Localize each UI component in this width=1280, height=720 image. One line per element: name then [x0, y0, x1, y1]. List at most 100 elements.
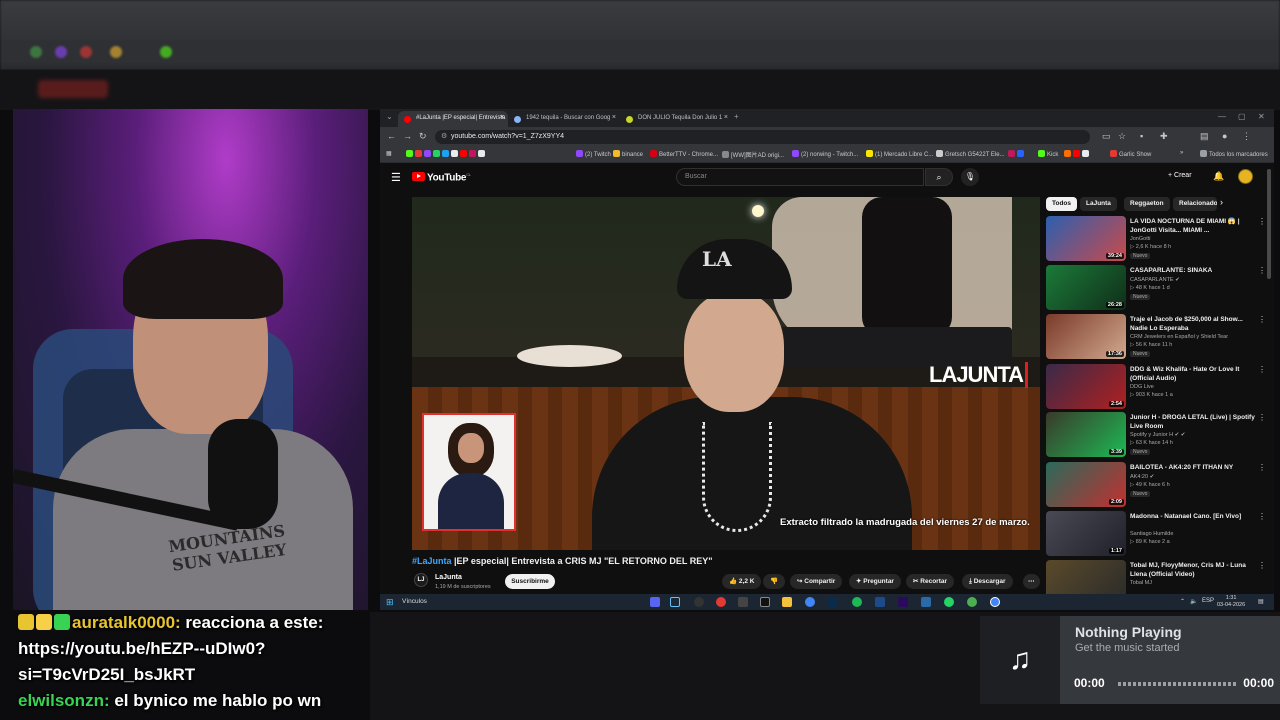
notifications-icon[interactable]: ▤	[1258, 598, 1264, 605]
chip-lajunta[interactable]: LaJunta	[1080, 197, 1117, 211]
spotify-icon[interactable]	[852, 597, 862, 607]
close-icon[interactable]: ×	[612, 114, 616, 121]
video-thumbnail[interactable]: 39:24	[1046, 216, 1126, 261]
app-icon[interactable]	[875, 597, 885, 607]
bookmark-kick[interactable]: Kick	[1038, 150, 1058, 158]
url-field[interactable]: ⚙ youtube.com/watch?v=1_Z7zX9YY4	[435, 130, 1090, 144]
more-vert-icon[interactable]: ⋮	[1258, 217, 1266, 226]
steam-alt-icon[interactable]	[921, 597, 931, 607]
video-player[interactable]: LA LAJUNTA Extracto filtrado la madrugad…	[412, 197, 1040, 550]
dislike-button[interactable]: 👎	[763, 574, 786, 589]
video-thumbnail[interactable]: 1:17	[1046, 511, 1126, 556]
bookmark-betterttv[interactable]: BetterTTV - Chrome...	[650, 150, 718, 158]
tray-arrow-icon[interactable]: ⌃	[1180, 598, 1185, 605]
recommendation-channel[interactable]: AK4:20 ✔	[1130, 474, 1260, 480]
site-info-icon[interactable]: ⚙	[441, 132, 447, 140]
video-hashtag[interactable]: #LaJunta	[412, 556, 452, 566]
back-icon[interactable]: ←	[387, 131, 396, 141]
more-vert-icon[interactable]: ⋮	[1258, 463, 1266, 472]
recommendation-channel[interactable]: DDG Live	[1130, 384, 1260, 390]
extension-icon[interactable]: ▪	[1140, 131, 1143, 141]
new-tab-icon[interactable]: +	[734, 112, 739, 121]
search-icon[interactable]: ⌕	[925, 168, 953, 186]
like-button[interactable]: 👍 2,2 K	[722, 574, 762, 589]
recommendation-item[interactable]: 2:54 DDG & Wiz Khalifa - Hate Or Love It…	[1046, 364, 1268, 410]
bookmark-gretsch[interactable]: Gretsch G5422T Ele...	[936, 150, 1005, 158]
scrollbar-thumb[interactable]	[1267, 169, 1271, 279]
window-close-icon[interactable]: ✕	[1258, 112, 1265, 121]
steam-icon[interactable]	[670, 597, 680, 607]
search-input[interactable]: Buscar	[676, 168, 924, 186]
side-panel-icon[interactable]: ▤	[1200, 131, 1209, 142]
chip-todos[interactable]: Todos	[1046, 197, 1078, 211]
recommendation-item[interactable]: 17:36 Traje el Jacob de $250,000 al Show…	[1046, 314, 1268, 360]
discord-icon[interactable]	[650, 597, 660, 607]
recommendation-channel[interactable]: CRM Jewelers en Español y Shield Tear	[1130, 334, 1260, 340]
video-thumbnail[interactable]: 3:39	[1046, 412, 1126, 457]
recommendation-channel[interactable]: Spotify y Junior H ✔ ✔	[1130, 432, 1260, 438]
capcut-icon[interactable]	[760, 597, 770, 607]
video-thumbnail[interactable]: 2:09	[1046, 462, 1126, 507]
create-button[interactable]: + Crear	[1168, 172, 1192, 179]
bookmark-norwing[interactable]: (2) norwing - Twitch...	[792, 150, 858, 158]
chrome-icon[interactable]	[805, 597, 815, 607]
more-vert-icon[interactable]: ⋮	[1258, 315, 1266, 324]
apps-icon[interactable]: ▦	[386, 150, 392, 157]
channel-name[interactable]: LaJunta	[435, 574, 462, 581]
chips-next-icon[interactable]: ›	[1220, 197, 1223, 207]
page-scrollbar[interactable]	[1266, 169, 1272, 589]
clip-button[interactable]: ✂ Recortar	[906, 574, 954, 589]
recommendation-title[interactable]: BAILOTEA - AK4:20 FT ITHAN NY	[1130, 463, 1258, 472]
taskbar-clock[interactable]: 1:31 03-04-2026	[1217, 595, 1245, 609]
recommendation-title[interactable]: Tobal MJ, FloyyMenor, Cris MJ - Luna Lle…	[1130, 561, 1258, 579]
subscribe-button[interactable]: Suscribirme	[505, 574, 555, 589]
maximize-icon[interactable]: ▢	[1238, 112, 1246, 121]
forward-icon[interactable]: →	[403, 131, 412, 141]
more-vert-icon[interactable]: ⋮	[1258, 266, 1266, 275]
recommendation-title[interactable]: LA VIDA NOCTURNA DE MIAMI 😱 | JonGotti V…	[1130, 217, 1258, 235]
tab-donjulio[interactable]: DON JULIO Tequila Don Julio 1 ×	[620, 111, 732, 127]
bookmark-mercadolibre[interactable]: (1) Mercado Libre C...	[866, 150, 933, 158]
recommendation-channel[interactable]: JonGotti	[1130, 236, 1260, 242]
app-icon[interactable]	[738, 597, 748, 607]
recommendation-channel[interactable]: CASAPARLANTE ✔	[1130, 277, 1260, 283]
account-avatar[interactable]	[1238, 169, 1253, 184]
ask-button[interactable]: ✦ Preguntar	[849, 574, 901, 589]
obs-icon[interactable]	[694, 597, 704, 607]
recommendation-title[interactable]: DDG & Wiz Khalifa - Hate Or Love It (Off…	[1130, 365, 1258, 383]
recommendation-title[interactable]: CASAPARLANTE: SINAKA	[1130, 266, 1258, 275]
bookmarks-overflow-icon[interactable]: »	[1180, 150, 1183, 156]
more-actions-button[interactable]: ⋯	[1023, 574, 1040, 589]
bookmark-aliexpress[interactable]: [WW]图片AD origi...	[722, 150, 784, 159]
channel-avatar[interactable]: LJ	[414, 573, 428, 587]
whatsapp-icon[interactable]	[944, 597, 954, 607]
chip-reggaeton[interactable]: Reggaeton	[1124, 197, 1170, 211]
recommendation-channel[interactable]: Tobal MJ	[1130, 580, 1260, 586]
profile-icon[interactable]: ●	[1222, 131, 1227, 141]
share-button[interactable]: ↪ Compartir	[790, 574, 843, 589]
recommendation-item[interactable]: 1:17 Madonna - Natanael Cano. [En Vivo] …	[1046, 511, 1268, 557]
minimize-icon[interactable]: —	[1218, 112, 1226, 121]
premiere-icon[interactable]	[898, 597, 908, 607]
recommendation-title[interactable]: Traje el Jacob de $250,000 al Show... Na…	[1130, 315, 1258, 333]
record-icon[interactable]	[716, 597, 726, 607]
voice-search-icon[interactable]: 🎙	[961, 168, 979, 186]
recommendation-item[interactable]: 2:09 BAILOTEA - AK4:20 FT ITHAN NY AK4:2…	[1046, 462, 1268, 508]
notifications-bell-icon[interactable]: 🔔	[1213, 171, 1224, 182]
bookmark-all[interactable]: Todos los marcadores	[1200, 150, 1268, 158]
tab-google[interactable]: 1942 tequila - Buscar con Goog ×	[508, 111, 620, 127]
bookmark-icon-row-2[interactable]	[1008, 150, 1026, 158]
youtube-logo[interactable]: YouTubeCL	[412, 172, 471, 183]
recommendation-item[interactable]: 3:39 Junior H - DROGA LETAL (Live) | Spo…	[1046, 412, 1268, 458]
recommendation-item[interactable]: 26:28 CASAPARLANTE: SINAKA CASAPARLANTE …	[1046, 265, 1268, 311]
cast-icon[interactable]: ▭	[1102, 131, 1111, 142]
video-thumbnail[interactable]: 17:36	[1046, 314, 1126, 359]
more-vert-icon[interactable]: ⋮	[1258, 413, 1266, 422]
recommendation-title[interactable]: Junior H - DROGA LETAL (Live) | Spotify …	[1130, 413, 1258, 431]
reload-icon[interactable]: ↻	[419, 131, 427, 142]
more-vert-icon[interactable]: ⋮	[1258, 561, 1266, 570]
extensions-puzzle-icon[interactable]: ✚	[1160, 131, 1168, 142]
recommendation-title[interactable]: Madonna - Natanael Cano. [En Vivo]	[1130, 512, 1258, 521]
recommendation-channel[interactable]: Santiago Humilde	[1130, 531, 1260, 537]
bookmark-icon-row[interactable]	[406, 150, 487, 158]
